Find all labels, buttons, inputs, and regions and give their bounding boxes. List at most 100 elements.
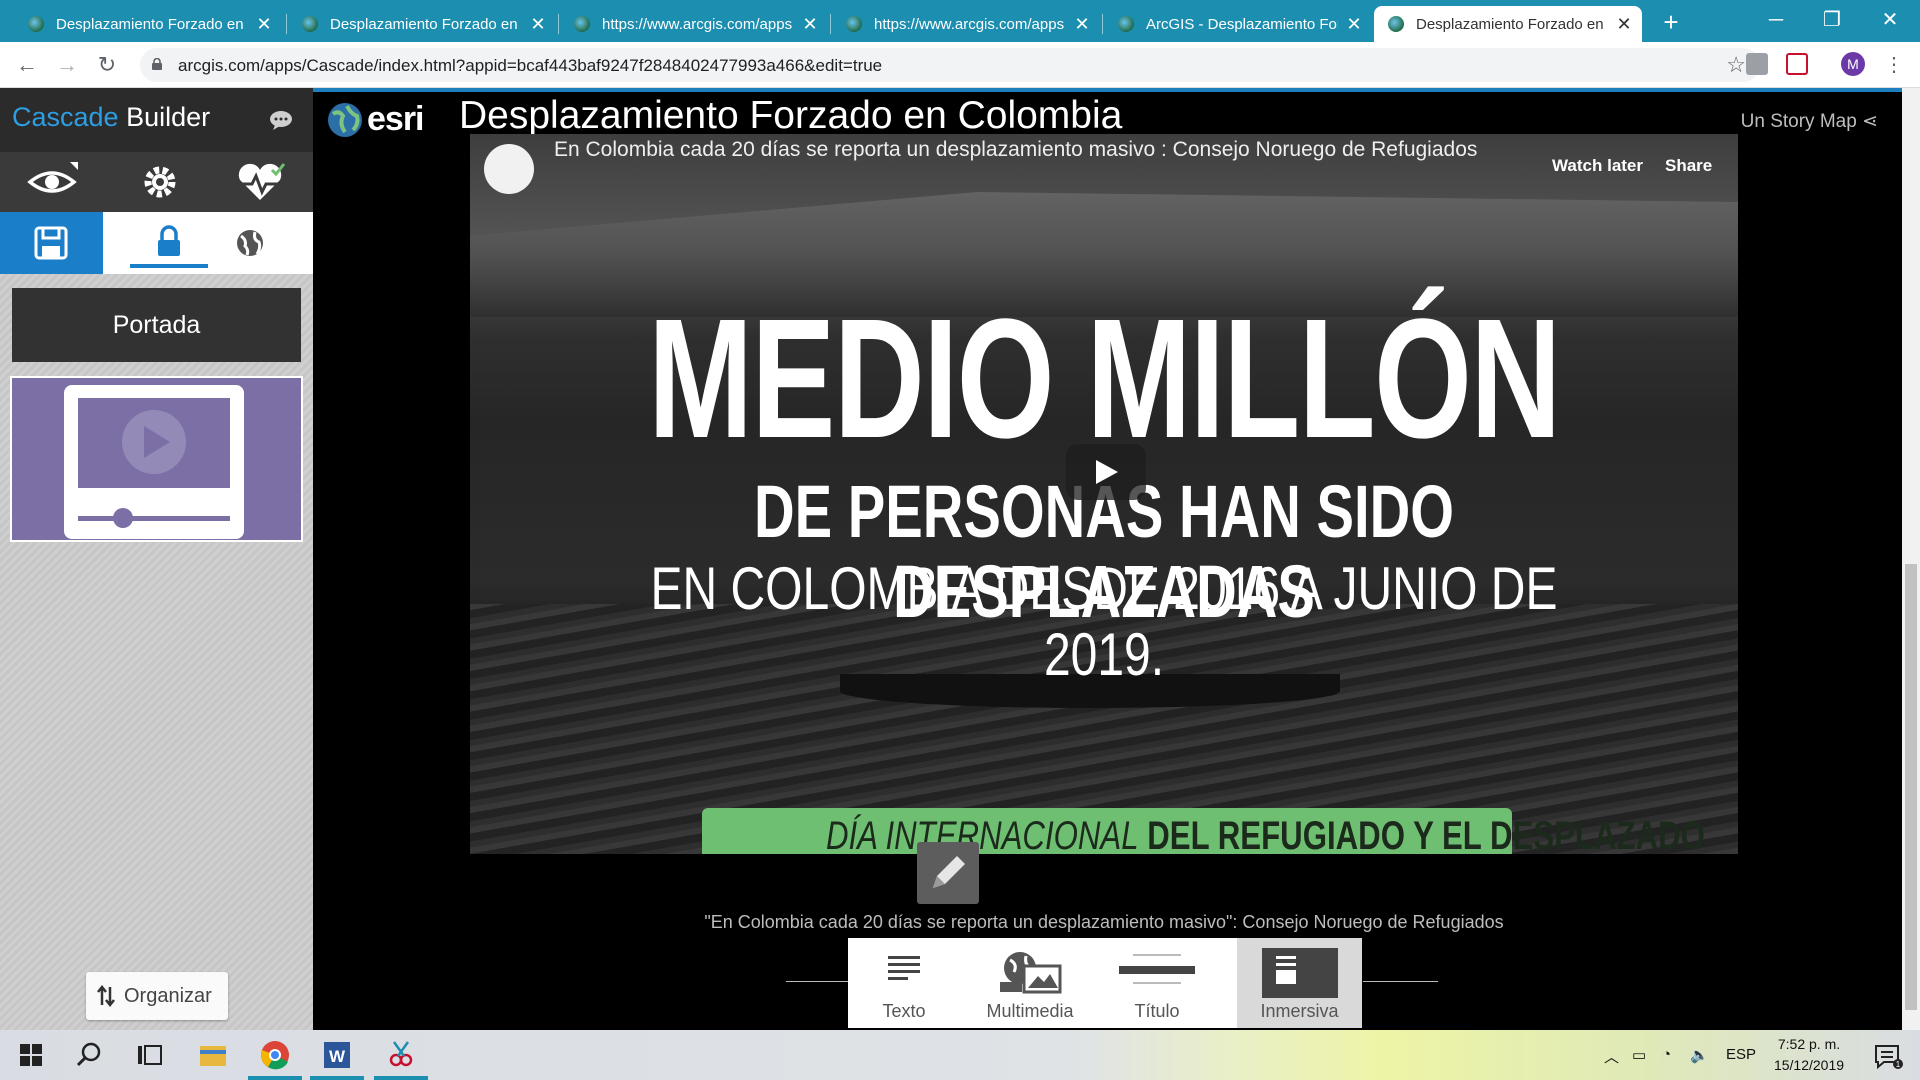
close-tab-icon[interactable]: ✕ bbox=[1346, 14, 1362, 35]
tab-title: Desplazamiento Forzado en C bbox=[330, 15, 522, 33]
scrollbar-thumb[interactable] bbox=[1905, 564, 1917, 1010]
search-icon[interactable] bbox=[72, 1038, 106, 1072]
volume-icon[interactable]: 🔈 bbox=[1690, 1046, 1709, 1064]
esri-globe-logo-icon bbox=[328, 103, 362, 137]
browser-tab-active[interactable]: Desplazamiento Forzado en C ✕ bbox=[1374, 6, 1642, 42]
builder-tabs bbox=[0, 212, 313, 274]
video-placeholder-icon bbox=[64, 385, 244, 539]
restore-icon[interactable]: ❐ bbox=[1804, 4, 1860, 36]
chrome-icon[interactable] bbox=[258, 1038, 292, 1072]
share-button[interactable]: Share bbox=[1665, 156, 1712, 176]
feedback-chat-icon[interactable] bbox=[269, 110, 293, 130]
clock-date: 15/12/2019 bbox=[1773, 1057, 1845, 1073]
tab-separator bbox=[1102, 14, 1103, 34]
play-button-icon[interactable] bbox=[1066, 444, 1146, 500]
add-multimedia-label: Multimedia bbox=[986, 1001, 1074, 1021]
tab-title: Desplazamiento Forzado en C bbox=[56, 15, 248, 33]
browser-toolbar: ← → ↻ arcgis.com/apps/Cascade/index.html… bbox=[0, 42, 1920, 88]
sort-arrows-icon bbox=[97, 985, 115, 1007]
arcgis-favicon-icon bbox=[1118, 16, 1134, 32]
browser-tab[interactable]: ArcGIS - Desplazamiento For ✕ bbox=[1104, 6, 1372, 42]
video-caption[interactable]: "En Colombia cada 20 días se reporta un … bbox=[470, 912, 1738, 933]
close-window-icon[interactable]: ✕ bbox=[1862, 4, 1918, 36]
close-tab-icon[interactable]: ✕ bbox=[1616, 14, 1632, 35]
tab-separator bbox=[558, 14, 559, 34]
header-accent-line bbox=[313, 88, 1902, 92]
video-headline-1: MEDIO MILLÓN bbox=[648, 284, 1561, 474]
tray-chevron-icon[interactable]: ︿ bbox=[1604, 1046, 1619, 1067]
url-text[interactable]: arcgis.com/apps/Cascade/index.html?appid… bbox=[178, 56, 882, 76]
browser-tab[interactable]: https://www.arcgis.com/apps ✕ bbox=[832, 6, 1100, 42]
file-explorer-icon[interactable] bbox=[196, 1038, 230, 1072]
add-text-block-button[interactable]: Texto bbox=[848, 938, 960, 1028]
battery-icon[interactable]: ▭ bbox=[1632, 1046, 1646, 1064]
video-section-thumbnail[interactable] bbox=[10, 376, 303, 542]
tab-separator bbox=[830, 14, 831, 34]
browser-tab[interactable]: Desplazamiento Forzado en C ✕ bbox=[288, 6, 556, 42]
forward-icon[interactable]: → bbox=[52, 50, 82, 80]
browser-tab[interactable]: Desplazamiento Forzado en C ✕ bbox=[14, 6, 282, 42]
task-view-icon[interactable] bbox=[132, 1038, 166, 1072]
video-embed[interactable]: En Colombia cada 20 días se reporta un d… bbox=[470, 134, 1738, 854]
story-health-check-icon[interactable] bbox=[234, 160, 286, 204]
tab-title: ArcGIS - Desplazamiento For bbox=[1146, 15, 1338, 33]
page-scrollbar[interactable] bbox=[1902, 88, 1920, 1030]
arcgis-favicon-icon bbox=[1388, 16, 1404, 32]
back-icon[interactable]: ← bbox=[12, 50, 42, 80]
watch-later-button[interactable]: Watch later bbox=[1552, 156, 1643, 176]
lock-share-icon[interactable] bbox=[148, 222, 190, 264]
profile-avatar[interactable]: M bbox=[1841, 52, 1865, 76]
public-globe-icon[interactable] bbox=[229, 222, 271, 264]
organize-button[interactable]: Organizar bbox=[86, 972, 228, 1020]
settings-gear-icon[interactable] bbox=[134, 160, 186, 204]
add-title-label: Título bbox=[1134, 1001, 1180, 1021]
arcgis-favicon-icon bbox=[302, 16, 318, 32]
add-block-bar: Texto Multimedia Título Inmersiva bbox=[848, 938, 1362, 1028]
system-clock[interactable]: 7:52 p. m. 15/12/2019 bbox=[1764, 1034, 1854, 1076]
organize-label: Organizar bbox=[124, 985, 212, 1007]
pocket-extension-icon[interactable] bbox=[1786, 53, 1808, 75]
video-headline-3: EN COLOMBIA DESDE 2016 A JUNIO DE 2019. bbox=[650, 555, 1558, 688]
browser-menu-icon[interactable]: ⋮ bbox=[1884, 52, 1904, 76]
close-tab-icon[interactable]: ✕ bbox=[530, 14, 546, 35]
multimedia-icon bbox=[1000, 952, 1062, 994]
tab-title: Desplazamiento Forzado en C bbox=[1416, 15, 1608, 33]
input-language[interactable]: ESP bbox=[1726, 1046, 1756, 1063]
extension-icon[interactable] bbox=[1746, 53, 1768, 75]
save-button[interactable] bbox=[0, 212, 103, 274]
story-title[interactable]: Desplazamiento Forzado en Colombia bbox=[459, 94, 1122, 138]
address-bar[interactable]: arcgis.com/apps/Cascade/index.html?appid… bbox=[140, 48, 1760, 82]
preview-eye-icon[interactable] bbox=[26, 160, 78, 204]
snipping-tool-icon[interactable] bbox=[384, 1038, 418, 1072]
add-text-label: Texto bbox=[882, 1001, 926, 1021]
channel-logo[interactable] bbox=[484, 144, 534, 194]
bookmark-star-icon[interactable]: ☆ bbox=[1726, 52, 1746, 78]
banner-italic-text: DÍA INTERNACIONAL bbox=[825, 814, 1139, 854]
esri-logo-text: esri bbox=[367, 100, 424, 138]
wifi-icon[interactable]: ◔ bbox=[1662, 1046, 1671, 1063]
close-tab-icon[interactable]: ✕ bbox=[256, 14, 272, 35]
browser-tab-strip: Desplazamiento Forzado en C ✕ Desplazami… bbox=[0, 0, 1920, 42]
section-cover-label[interactable]: Portada bbox=[12, 288, 301, 362]
pencil-icon bbox=[933, 856, 965, 888]
minimize-icon[interactable]: ─ bbox=[1748, 4, 1804, 36]
close-tab-icon[interactable]: ✕ bbox=[802, 14, 818, 35]
close-tab-icon[interactable]: ✕ bbox=[1074, 14, 1090, 35]
word-icon[interactable]: W bbox=[320, 1038, 354, 1072]
reload-icon[interactable]: ↻ bbox=[92, 50, 122, 80]
lock-icon bbox=[152, 58, 162, 70]
browser-tab[interactable]: https://www.arcgis.com/apps ✕ bbox=[560, 6, 828, 42]
builder-tools bbox=[0, 152, 313, 212]
add-title-block-button[interactable]: Título bbox=[1100, 938, 1214, 1028]
clock-time: 7:52 p. m. bbox=[1777, 1036, 1841, 1052]
story-map-tagline[interactable]: Un Story Map ⋖ bbox=[1741, 110, 1878, 133]
new-tab-button[interactable]: + bbox=[1656, 8, 1686, 38]
add-multimedia-block-button[interactable]: Multimedia bbox=[960, 938, 1100, 1028]
builder-sidebar: Cascade Builder Portada Organizar bbox=[0, 88, 313, 1030]
share-icon[interactable]: ⋖ bbox=[1862, 111, 1878, 132]
edit-pencil-button[interactable] bbox=[917, 842, 979, 904]
windows-start-icon[interactable] bbox=[14, 1038, 48, 1072]
add-immersive-block-button[interactable]: Inmersiva bbox=[1237, 938, 1362, 1028]
video-title[interactable]: En Colombia cada 20 días se reporta un d… bbox=[554, 138, 1477, 162]
notifications-icon[interactable]: 1 bbox=[1870, 1038, 1904, 1072]
